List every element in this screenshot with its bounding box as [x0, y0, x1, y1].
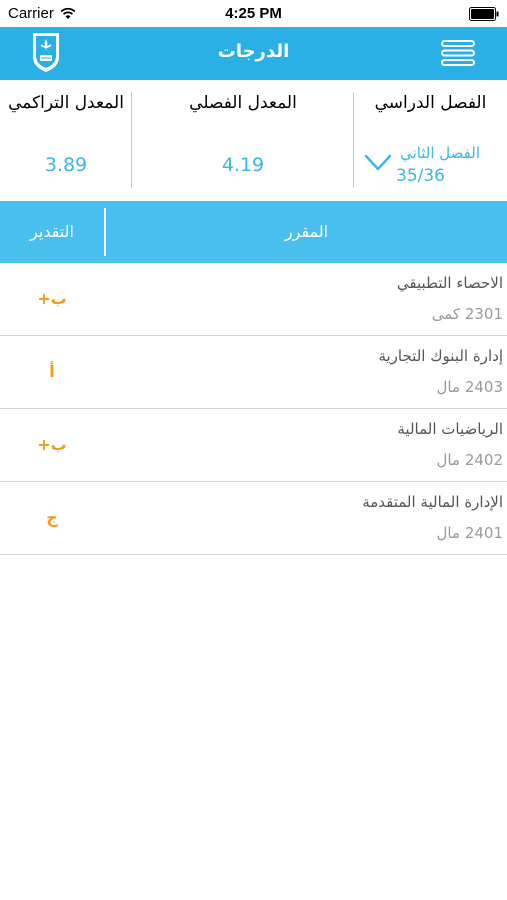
gpa-summary: الفصل الدراسي الفصل الثاني 35/36 المعدل …: [0, 80, 507, 201]
term-column: الفصل الدراسي الفصل الثاني 35/36: [354, 80, 507, 190]
status-time: 4:25 PM: [225, 5, 282, 22]
table-row[interactable]: الاحصاء التطبيقي 2301 كمى ب+: [0, 263, 507, 336]
term-gpa-column: المعدل الفصلي 4.19: [132, 80, 354, 190]
page-title: الدرجات: [217, 41, 290, 62]
cumulative-gpa-column: المعدل التراكمي 3.89: [0, 80, 132, 190]
course-code: 2402 مال: [436, 451, 503, 469]
table-row[interactable]: إدارة البنوك التجارية 2403 مال أ: [0, 336, 507, 409]
table-row[interactable]: الرياضيات المالية 2402 مال ب+: [0, 409, 507, 482]
nav-bar: الدرجات: [0, 27, 507, 80]
course-name: الرياضيات المالية: [397, 420, 503, 438]
table-row[interactable]: الإدارة المالية المتقدمة 2401 مال ج: [0, 482, 507, 555]
term-label: الفصل الدراسي: [374, 93, 487, 113]
course-code: 2401 مال: [436, 524, 503, 542]
grade-column-header: التقدير: [30, 222, 74, 241]
term-name: الفصل الثاني: [400, 144, 480, 162]
course-code: 2403 مال: [436, 378, 503, 396]
cumulative-gpa-value: 3.89: [44, 154, 88, 176]
course-column-header: المقرر: [284, 222, 329, 241]
course-grade: أ: [49, 362, 55, 381]
term-count: 35/36: [396, 166, 445, 186]
term-gpa-value: 4.19: [221, 154, 265, 176]
status-bar: Carrier 4:25 PM: [0, 0, 507, 27]
course-name: إدارة البنوك التجارية: [378, 347, 503, 365]
course-grade: ب+: [37, 289, 67, 308]
term-gpa-label: المعدل الفصلي: [189, 93, 297, 113]
course-code: 2301 كمى: [431, 305, 503, 323]
grades-list: الاحصاء التطبيقي 2301 كمى ب+ إدارة البنو…: [0, 263, 507, 555]
cumulative-gpa-label: المعدل التراكمي: [8, 93, 124, 113]
grades-table-header: المقرر التقدير: [0, 201, 507, 263]
course-grade: ج: [46, 508, 58, 527]
battery-icon: [469, 7, 499, 21]
header-divider: [104, 208, 106, 256]
term-selector[interactable]: الفصل الثاني 35/36: [364, 144, 494, 188]
course-name: الاحصاء التطبيقي: [396, 274, 503, 292]
chevron-down-icon[interactable]: [364, 152, 392, 172]
course-grade: ب+: [37, 435, 67, 454]
hamburger-menu-icon[interactable]: [440, 39, 476, 67]
course-name: الإدارة المالية المتقدمة: [362, 493, 503, 511]
